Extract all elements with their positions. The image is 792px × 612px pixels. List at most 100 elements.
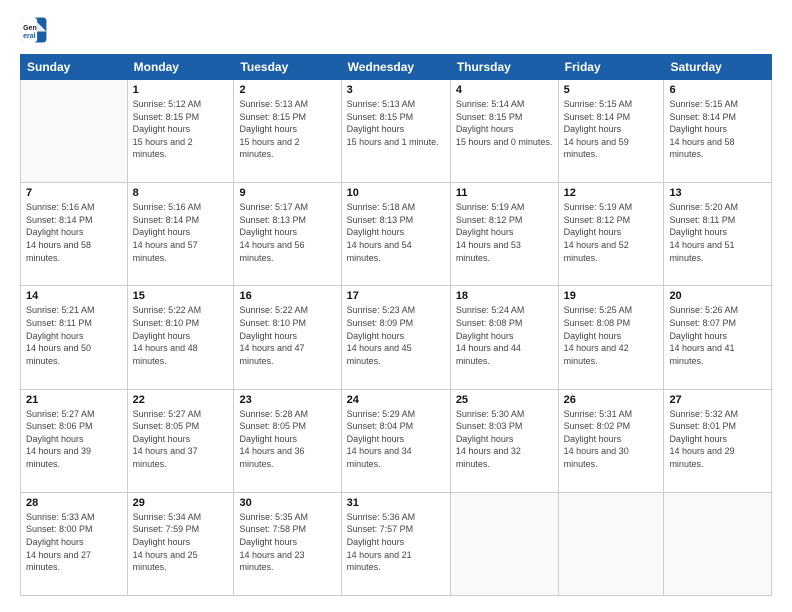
calendar-cell — [558, 492, 664, 595]
sunrise-label: Sunrise: 5:22 AM — [239, 305, 308, 315]
daylight-value: 14 hours and 48 minutes. — [133, 343, 198, 366]
daylight-label: Daylight hours — [239, 124, 297, 134]
weekday-header: Friday — [558, 55, 664, 80]
calendar-cell: 11 Sunrise: 5:19 AM Sunset: 8:12 PM Dayl… — [450, 183, 558, 286]
daylight-value: 14 hours and 44 minutes. — [456, 343, 521, 366]
daylight-label: Daylight hours — [456, 434, 514, 444]
calendar-week-row: 1 Sunrise: 5:12 AM Sunset: 8:15 PM Dayli… — [21, 80, 772, 183]
calendar-cell: 21 Sunrise: 5:27 AM Sunset: 8:06 PM Dayl… — [21, 389, 128, 492]
day-number: 11 — [456, 187, 553, 199]
day-number: 7 — [26, 187, 122, 199]
day-info: Sunrise: 5:36 AM Sunset: 7:57 PM Dayligh… — [347, 511, 445, 574]
daylight-value: 14 hours and 34 minutes. — [347, 446, 412, 469]
sunset-label: Sunset: 8:01 PM — [669, 421, 736, 431]
sunrise-label: Sunrise: 5:14 AM — [456, 99, 525, 109]
day-number: 16 — [239, 290, 335, 302]
day-number: 4 — [456, 84, 553, 96]
daylight-label: Daylight hours — [133, 124, 191, 134]
daylight-label: Daylight hours — [564, 434, 622, 444]
logo-icon: Gen eral — [20, 16, 48, 44]
day-number: 28 — [26, 497, 122, 509]
daylight-value: 15 hours and 1 minute. — [347, 137, 439, 147]
day-number: 5 — [564, 84, 659, 96]
calendar-cell: 1 Sunrise: 5:12 AM Sunset: 8:15 PM Dayli… — [127, 80, 234, 183]
calendar-cell: 18 Sunrise: 5:24 AM Sunset: 8:08 PM Dayl… — [450, 286, 558, 389]
day-number: 13 — [669, 187, 766, 199]
calendar-cell: 30 Sunrise: 5:35 AM Sunset: 7:58 PM Dayl… — [234, 492, 341, 595]
calendar-header: SundayMondayTuesdayWednesdayThursdayFrid… — [21, 55, 772, 80]
daylight-value: 14 hours and 36 minutes. — [239, 446, 304, 469]
sunset-label: Sunset: 8:11 PM — [26, 318, 92, 328]
daylight-label: Daylight hours — [26, 227, 84, 237]
day-info: Sunrise: 5:12 AM Sunset: 8:15 PM Dayligh… — [133, 98, 229, 161]
day-number: 30 — [239, 497, 335, 509]
day-number: 12 — [564, 187, 659, 199]
day-number: 17 — [347, 290, 445, 302]
daylight-label: Daylight hours — [456, 331, 514, 341]
calendar-week-row: 21 Sunrise: 5:27 AM Sunset: 8:06 PM Dayl… — [21, 389, 772, 492]
day-number: 9 — [239, 187, 335, 199]
day-number: 6 — [669, 84, 766, 96]
daylight-value: 14 hours and 57 minutes. — [133, 240, 198, 263]
calendar-cell: 16 Sunrise: 5:22 AM Sunset: 8:10 PM Dayl… — [234, 286, 341, 389]
day-info: Sunrise: 5:17 AM Sunset: 8:13 PM Dayligh… — [239, 201, 335, 264]
daylight-label: Daylight hours — [564, 331, 622, 341]
sunrise-label: Sunrise: 5:23 AM — [347, 305, 416, 315]
daylight-label: Daylight hours — [669, 227, 727, 237]
sunset-label: Sunset: 8:15 PM — [133, 112, 200, 122]
sunset-label: Sunset: 7:57 PM — [347, 524, 414, 534]
sunset-label: Sunset: 8:07 PM — [669, 318, 736, 328]
sunset-label: Sunset: 8:15 PM — [239, 112, 306, 122]
daylight-label: Daylight hours — [133, 227, 191, 237]
daylight-label: Daylight hours — [456, 124, 514, 134]
daylight-label: Daylight hours — [26, 537, 84, 547]
sunrise-label: Sunrise: 5:26 AM — [669, 305, 738, 315]
daylight-value: 14 hours and 54 minutes. — [347, 240, 412, 263]
daylight-value: 14 hours and 29 minutes. — [669, 446, 734, 469]
day-info: Sunrise: 5:27 AM Sunset: 8:05 PM Dayligh… — [133, 408, 229, 471]
sunrise-label: Sunrise: 5:28 AM — [239, 409, 308, 419]
sunset-label: Sunset: 7:58 PM — [239, 524, 306, 534]
sunset-label: Sunset: 8:14 PM — [669, 112, 736, 122]
day-info: Sunrise: 5:15 AM Sunset: 8:14 PM Dayligh… — [669, 98, 766, 161]
day-number: 21 — [26, 394, 122, 406]
sunset-label: Sunset: 8:02 PM — [564, 421, 631, 431]
sunset-label: Sunset: 8:08 PM — [456, 318, 523, 328]
calendar-cell: 12 Sunrise: 5:19 AM Sunset: 8:12 PM Dayl… — [558, 183, 664, 286]
daylight-label: Daylight hours — [239, 331, 297, 341]
sunrise-label: Sunrise: 5:12 AM — [133, 99, 202, 109]
daylight-value: 14 hours and 27 minutes. — [26, 550, 91, 573]
sunrise-label: Sunrise: 5:34 AM — [133, 512, 202, 522]
sunrise-label: Sunrise: 5:29 AM — [347, 409, 416, 419]
daylight-value: 14 hours and 51 minutes. — [669, 240, 734, 263]
sunrise-label: Sunrise: 5:27 AM — [133, 409, 202, 419]
day-number: 8 — [133, 187, 229, 199]
daylight-label: Daylight hours — [347, 331, 405, 341]
sunrise-label: Sunrise: 5:30 AM — [456, 409, 525, 419]
day-info: Sunrise: 5:18 AM Sunset: 8:13 PM Dayligh… — [347, 201, 445, 264]
calendar-body: 1 Sunrise: 5:12 AM Sunset: 8:15 PM Dayli… — [21, 80, 772, 596]
sunset-label: Sunset: 8:14 PM — [133, 215, 200, 225]
calendar-cell: 9 Sunrise: 5:17 AM Sunset: 8:13 PM Dayli… — [234, 183, 341, 286]
daylight-value: 14 hours and 39 minutes. — [26, 446, 91, 469]
sunset-label: Sunset: 8:13 PM — [239, 215, 306, 225]
daylight-value: 14 hours and 52 minutes. — [564, 240, 629, 263]
sunrise-label: Sunrise: 5:31 AM — [564, 409, 633, 419]
sunset-label: Sunset: 8:12 PM — [456, 215, 523, 225]
weekday-header: Thursday — [450, 55, 558, 80]
day-info: Sunrise: 5:19 AM Sunset: 8:12 PM Dayligh… — [456, 201, 553, 264]
svg-text:eral: eral — [23, 33, 36, 40]
daylight-label: Daylight hours — [239, 434, 297, 444]
weekday-header: Sunday — [21, 55, 128, 80]
sunset-label: Sunset: 8:14 PM — [26, 215, 93, 225]
day-number: 1 — [133, 84, 229, 96]
sunrise-label: Sunrise: 5:21 AM — [26, 305, 95, 315]
day-info: Sunrise: 5:23 AM Sunset: 8:09 PM Dayligh… — [347, 304, 445, 367]
calendar-cell: 28 Sunrise: 5:33 AM Sunset: 8:00 PM Dayl… — [21, 492, 128, 595]
sunset-label: Sunset: 7:59 PM — [133, 524, 200, 534]
daylight-value: 14 hours and 58 minutes. — [669, 137, 734, 160]
day-number: 22 — [133, 394, 229, 406]
daylight-label: Daylight hours — [564, 124, 622, 134]
sunrise-label: Sunrise: 5:13 AM — [239, 99, 308, 109]
calendar: SundayMondayTuesdayWednesdayThursdayFrid… — [20, 54, 772, 596]
